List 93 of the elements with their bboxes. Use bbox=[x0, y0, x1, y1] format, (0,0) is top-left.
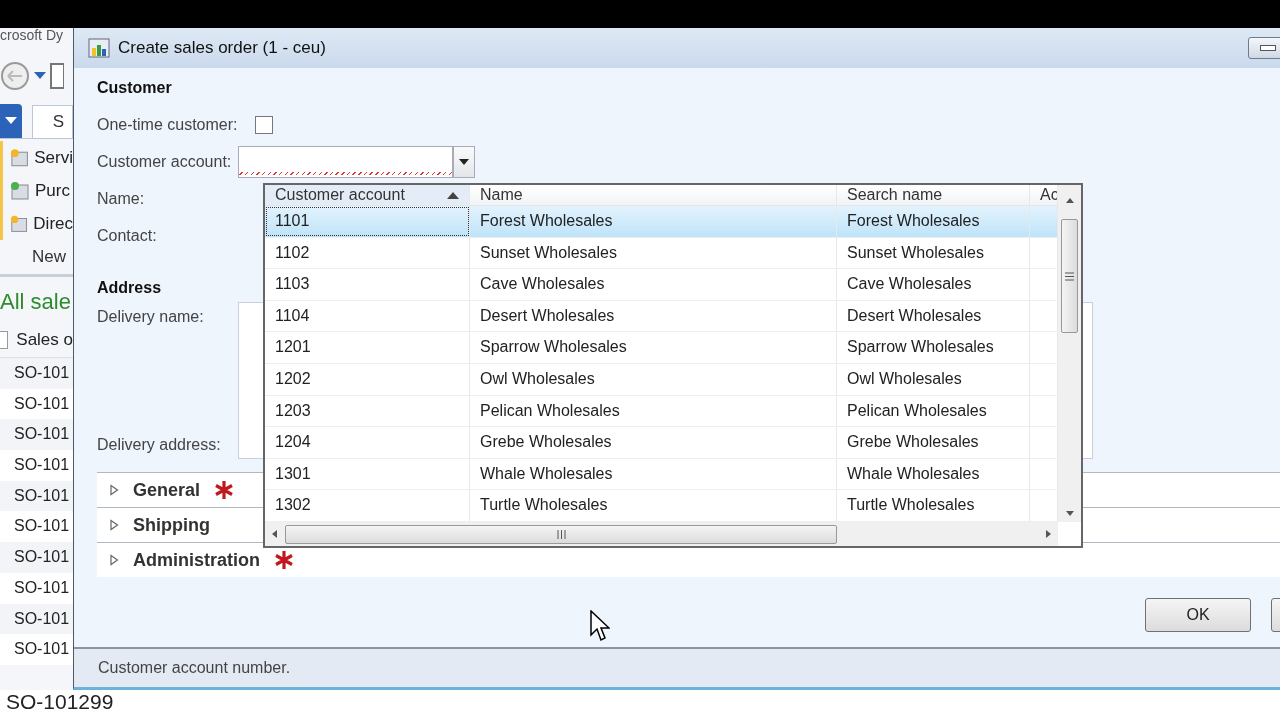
document-icon bbox=[9, 180, 31, 201]
page-icon[interactable] bbox=[50, 63, 64, 89]
field-label: Customer account: bbox=[97, 152, 233, 171]
scroll-thumb[interactable] bbox=[1061, 219, 1078, 333]
field-label: Name: bbox=[97, 189, 146, 208]
sort-icon bbox=[447, 191, 459, 199]
caret-icon[interactable] bbox=[34, 72, 46, 80]
table-cell: 1202 bbox=[265, 364, 470, 395]
document-icon bbox=[9, 213, 30, 234]
table-cell: Turtle Wholesales bbox=[470, 490, 837, 521]
table-cell: Cave Wholesales bbox=[837, 269, 1030, 300]
table-cell: 1103 bbox=[265, 269, 470, 300]
table-cell: Whale Wholesales bbox=[470, 458, 837, 490]
document-icon bbox=[9, 147, 31, 168]
table-cell: Desert Wholesales bbox=[470, 300, 837, 332]
lookup-row[interactable]: 1203 Pelican Wholesales Pelican Wholesales bbox=[265, 395, 1058, 428]
minimize-button[interactable] bbox=[1248, 37, 1280, 59]
lookup-row[interactable]: 1302 Turtle Wholesales Turtle Wholesales bbox=[265, 490, 1058, 522]
table-cell: Grebe Wholesales bbox=[837, 427, 1030, 458]
lookup-row[interactable]: 1104 Desert Wholesales Desert Wholesales bbox=[265, 300, 1058, 333]
list-row[interactable]: SO-101 bbox=[0, 511, 73, 543]
table-cell: Pelican Wholesales bbox=[837, 395, 1030, 427]
table-cell: 1101 bbox=[265, 206, 470, 237]
table-cell: Desert Wholesales bbox=[837, 300, 1030, 332]
field-label: Delivery name: bbox=[97, 308, 205, 326]
expand-icon[interactable] bbox=[109, 484, 119, 496]
table-cell: 1301 bbox=[265, 458, 470, 490]
caret-icon bbox=[4, 117, 17, 125]
column-header[interactable]: Customer account bbox=[265, 185, 470, 206]
field-label: Contact: bbox=[97, 226, 158, 245]
cursor-icon bbox=[590, 610, 610, 642]
table-cell: 1302 bbox=[265, 490, 470, 521]
expander-title: Shipping bbox=[133, 514, 210, 536]
lookup-row[interactable]: 1102 Sunset Wholesales Sunset Wholesales bbox=[265, 237, 1058, 270]
list-row[interactable]: SO-101 bbox=[0, 388, 73, 420]
dropdown-button[interactable] bbox=[453, 145, 475, 178]
section-heading: Customer bbox=[97, 78, 172, 98]
table-cell: Sunset Wholesales bbox=[837, 237, 1030, 269]
column-header[interactable]: Name bbox=[470, 185, 837, 206]
minimize-icon bbox=[1260, 45, 1276, 51]
table-cell: Sparrow Wholesales bbox=[837, 332, 1030, 364]
table-cell: Grebe Wholesales bbox=[470, 427, 837, 458]
table-cell: 1104 bbox=[265, 300, 470, 332]
app-title: crosoft Dy bbox=[0, 28, 64, 45]
scroll-right-icon[interactable] bbox=[1044, 529, 1052, 539]
lookup-row[interactable]: 1101 Forest Wholesales Forest Wholesales bbox=[265, 206, 1058, 238]
table-cell: Forest Wholesales bbox=[837, 206, 1030, 237]
column-header[interactable]: Search name bbox=[837, 185, 1030, 206]
lookup-row[interactable]: 1202 Owl Wholesales Owl Wholesales bbox=[265, 364, 1058, 396]
app-icon bbox=[88, 37, 110, 59]
lookup-row[interactable]: 1301 Whale Wholesales Whale Wholesales bbox=[265, 458, 1058, 491]
scroll-left-icon[interactable] bbox=[271, 529, 279, 539]
table-cell: Owl Wholesales bbox=[470, 364, 837, 395]
list-row[interactable]: SO-101 bbox=[0, 450, 73, 481]
horizontal-scrollbar[interactable] bbox=[265, 522, 1058, 546]
status-text: Customer account number. bbox=[98, 659, 291, 677]
table-cell: 1203 bbox=[265, 395, 470, 427]
window-title: Create sales order (1 - ceu) bbox=[118, 38, 326, 58]
field-label: One-time customer: bbox=[97, 115, 239, 134]
table-cell: Cave Wholesales bbox=[470, 269, 837, 300]
scroll-thumb[interactable] bbox=[285, 524, 837, 544]
table-cell: 1204 bbox=[265, 427, 470, 458]
file-menu-button[interactable] bbox=[0, 104, 22, 138]
vertical-scrollbar[interactable] bbox=[1058, 185, 1081, 522]
ribbon-tab[interactable]: S bbox=[31, 105, 73, 138]
table-cell: 1201 bbox=[265, 332, 470, 364]
expander-title: Administration bbox=[133, 549, 260, 571]
lookup-row[interactable]: 1204 Grebe Wholesales Grebe Wholesales bbox=[265, 427, 1058, 459]
expand-icon[interactable] bbox=[109, 554, 119, 566]
list-row[interactable]: SO-101 bbox=[0, 634, 73, 665]
table-cell: Pelican Wholesales bbox=[470, 395, 837, 427]
table-cell: Sunset Wholesales bbox=[470, 237, 837, 269]
table-cell: Owl Wholesales bbox=[837, 364, 1030, 395]
expander-title: General bbox=[133, 479, 201, 501]
grip-icon bbox=[556, 529, 566, 539]
field-label: Delivery address: bbox=[97, 436, 222, 454]
section-heading: Address bbox=[97, 278, 162, 298]
order-number: SO-101299 bbox=[6, 690, 114, 713]
input-field[interactable] bbox=[238, 145, 453, 178]
lookup-row[interactable]: 1201 Sparrow Wholesales Sparrow Wholesales bbox=[265, 332, 1058, 365]
table-cell: Whale Wholesales bbox=[837, 458, 1030, 490]
table-cell: Forest Wholesales bbox=[470, 206, 837, 237]
checkbox[interactable] bbox=[255, 115, 273, 134]
grip-icon bbox=[1065, 271, 1074, 281]
list-title: All sale bbox=[0, 289, 72, 316]
ok-button[interactable]: OK bbox=[1145, 598, 1251, 632]
table-cell: Turtle Wholesales bbox=[837, 490, 1030, 521]
expand-icon[interactable] bbox=[109, 519, 119, 531]
table-cell: Sparrow Wholesales bbox=[470, 332, 837, 364]
list-row[interactable]: SO-101 bbox=[0, 572, 73, 604]
caret-icon bbox=[459, 158, 469, 165]
table-cell: 1102 bbox=[265, 237, 470, 269]
lookup-row[interactable]: 1103 Cave Wholesales Cave Wholesales bbox=[265, 269, 1058, 301]
